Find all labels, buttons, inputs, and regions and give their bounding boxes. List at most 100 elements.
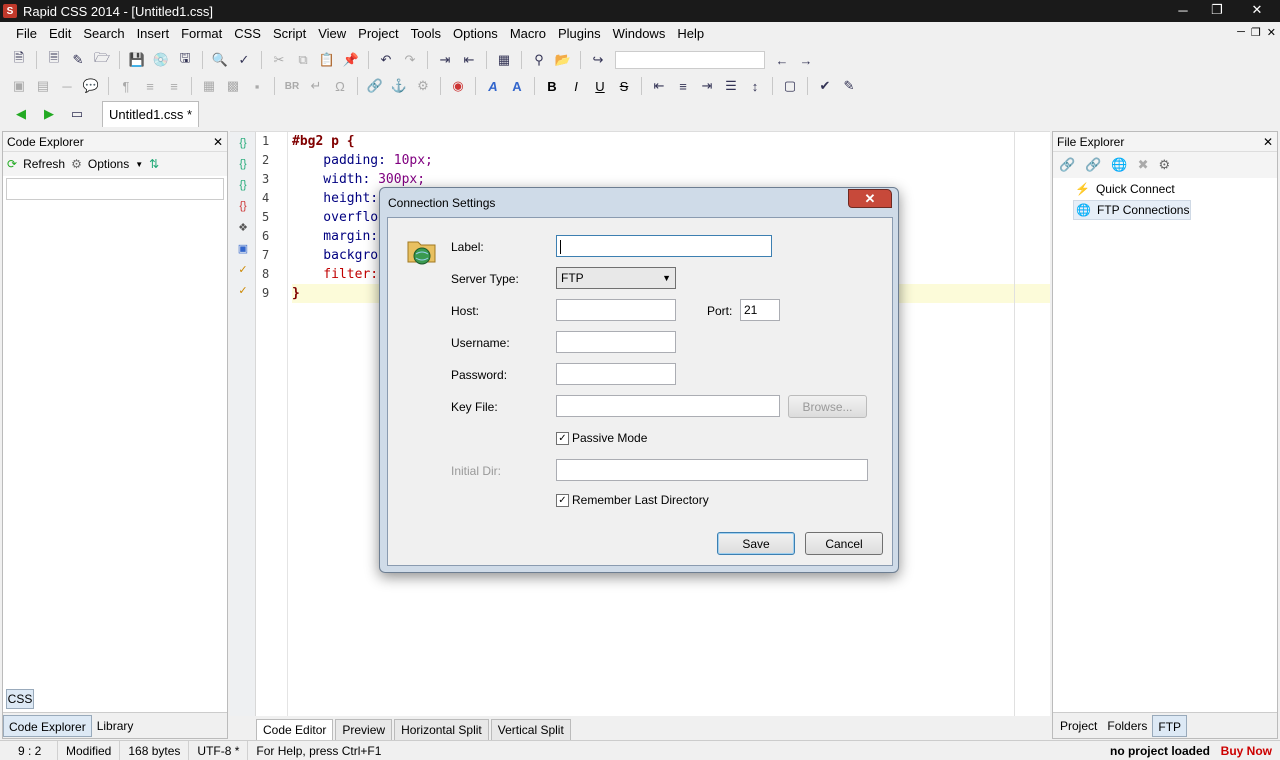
host-input[interactable] — [556, 299, 676, 321]
special-char-icon[interactable]: Ω — [329, 75, 351, 97]
mdi-close-icon[interactable]: ✕ — [1267, 26, 1276, 39]
label-input[interactable] — [556, 235, 772, 257]
disconnect-icon[interactable]: 🔗 — [1085, 157, 1101, 173]
numbered-list-icon[interactable]: ≡ — [163, 75, 185, 97]
tab-untitled1[interactable]: Untitled1.css * — [102, 101, 200, 127]
find-previous-icon[interactable]: ← — [771, 49, 793, 71]
menu-insert[interactable]: Insert — [131, 22, 176, 46]
menu-plugins[interactable]: Plugins — [552, 22, 607, 46]
keyfile-input[interactable] — [556, 395, 780, 417]
tab-vertical-split[interactable]: Vertical Split — [490, 719, 571, 740]
spellcheck-icon[interactable]: ✓ — [233, 49, 255, 71]
save-icon[interactable]: 💾 — [126, 49, 148, 71]
outdent-icon[interactable]: ⇤ — [458, 49, 480, 71]
menu-edit[interactable]: Edit — [43, 22, 77, 46]
open-folder-icon[interactable]: 🗁 — [91, 49, 113, 71]
underline-icon[interactable]: U — [589, 75, 611, 97]
refresh-button[interactable]: Refresh — [23, 157, 65, 171]
check-css-icon[interactable]: ✓ — [235, 263, 251, 279]
panel-close-icon[interactable]: ✕ — [213, 135, 223, 149]
tools-icon[interactable]: ⚙ — [412, 75, 434, 97]
panel-close-icon[interactable]: ✕ — [1263, 135, 1273, 149]
find-in-files-icon[interactable]: 📂 — [552, 49, 574, 71]
justify-icon[interactable]: ☰ — [720, 75, 742, 97]
font-icon[interactable]: A — [482, 75, 504, 97]
validate-icon[interactable]: ✔ — [814, 75, 836, 97]
save-button[interactable]: Save — [717, 532, 795, 555]
tab-code-editor[interactable]: Code Editor — [256, 719, 334, 740]
minimize-button[interactable]: ─ — [1166, 0, 1200, 20]
form-icon[interactable]: ▩ — [222, 75, 244, 97]
save-copy-icon[interactable]: 🖫 — [174, 49, 196, 71]
comment-icon[interactable]: 💬 — [80, 75, 102, 97]
font-style-icon[interactable]: A — [506, 75, 528, 97]
tab-library[interactable]: Library — [92, 715, 139, 737]
tab-folders[interactable]: Folders — [1102, 715, 1152, 737]
css-rule-icon[interactable]: {} — [235, 179, 251, 195]
css-filter-tab[interactable]: CSS — [6, 689, 34, 709]
maximize-button[interactable]: ❐ — [1200, 0, 1234, 20]
new-file-icon[interactable]: 🗎 — [8, 49, 30, 71]
paragraph-icon[interactable]: ¶ — [115, 75, 137, 97]
close-button[interactable]: ✕ — [1234, 0, 1280, 20]
menu-css[interactable]: CSS — [228, 22, 267, 46]
strikethrough-icon[interactable]: S — [613, 75, 635, 97]
goto-icon[interactable]: ↪ — [587, 49, 609, 71]
tab-preview[interactable]: Preview — [335, 719, 393, 740]
line-height-icon[interactable]: ↕ — [744, 75, 766, 97]
panel-icon[interactable]: ▣ — [235, 242, 251, 258]
username-input[interactable] — [556, 331, 676, 353]
menu-format[interactable]: Format — [175, 22, 228, 46]
hr-icon[interactable]: ─ — [56, 75, 78, 97]
bold-icon[interactable]: B — [541, 75, 563, 97]
passive-mode-checkbox[interactable]: ✓ — [556, 432, 569, 445]
options-button[interactable]: Options — [88, 157, 129, 171]
mdi-restore-icon[interactable]: ❐ — [1251, 26, 1261, 39]
css-rule-icon[interactable]: {} — [235, 200, 251, 216]
menu-help[interactable]: Help — [671, 22, 710, 46]
buy-now-link[interactable]: Buy Now — [1221, 741, 1272, 760]
menu-windows[interactable]: Windows — [607, 22, 672, 46]
forward-arrow-icon[interactable]: ▶ — [38, 103, 60, 125]
redo-icon[interactable]: ↷ — [399, 49, 421, 71]
search-combo[interactable] — [615, 51, 765, 69]
menu-tools[interactable]: Tools — [405, 22, 447, 46]
table-icon[interactable]: ▤ — [32, 75, 54, 97]
cancel-button[interactable]: Cancel — [805, 532, 883, 555]
align-left-icon[interactable]: ⇤ — [648, 75, 670, 97]
clean-icon[interactable]: ✎ — [838, 75, 860, 97]
delete-icon[interactable]: ✖ — [1138, 157, 1149, 173]
image-icon[interactable]: ▣ — [8, 75, 30, 97]
port-input[interactable]: 21 — [740, 299, 780, 321]
connect-icon[interactable]: 🔗 — [1059, 157, 1075, 173]
tab-list-icon[interactable]: ▭ — [66, 103, 88, 125]
menu-view[interactable]: View — [312, 22, 352, 46]
preview-icon[interactable]: 🔍 — [209, 49, 231, 71]
nbsp-icon[interactable]: ↵ — [305, 75, 327, 97]
menu-search[interactable]: Search — [77, 22, 130, 46]
tab-ftp[interactable]: FTP — [1152, 714, 1188, 737]
tab-horizontal-split[interactable]: Horizontal Split — [394, 719, 489, 740]
color-picker-icon[interactable]: ◉ — [447, 75, 469, 97]
cut-icon[interactable]: ✂ — [268, 49, 290, 71]
browse-button[interactable]: Browse... — [788, 395, 867, 418]
sort-icon[interactable]: ⇅ — [149, 157, 159, 171]
quick-connect-item[interactable]: ⚡ Quick Connect — [1053, 179, 1277, 199]
align-center-icon[interactable]: ≡ — [672, 75, 694, 97]
refresh-icon[interactable]: ⟳ — [7, 157, 17, 171]
italic-icon[interactable]: I — [565, 75, 587, 97]
menu-file[interactable]: File — [10, 22, 43, 46]
edit-icon[interactable]: ✎ — [67, 49, 89, 71]
chevron-down-icon[interactable]: ▼ — [135, 160, 143, 169]
align-right-icon[interactable]: ⇥ — [696, 75, 718, 97]
find-icon[interactable]: ⚲ — [528, 49, 550, 71]
indent-icon[interactable]: ⇥ — [434, 49, 456, 71]
mdi-minimize-icon[interactable]: ─ — [1237, 26, 1245, 39]
menu-script[interactable]: Script — [267, 22, 312, 46]
encoding[interactable]: UTF-8 * — [189, 740, 249, 760]
menu-options[interactable]: Options — [447, 22, 504, 46]
paste-icon[interactable]: 📋 — [316, 49, 338, 71]
css-rule-icon[interactable]: {} — [235, 137, 251, 153]
tab-code-explorer[interactable]: Code Explorer — [3, 714, 92, 737]
expand-icon[interactable]: ❖ — [235, 221, 251, 237]
